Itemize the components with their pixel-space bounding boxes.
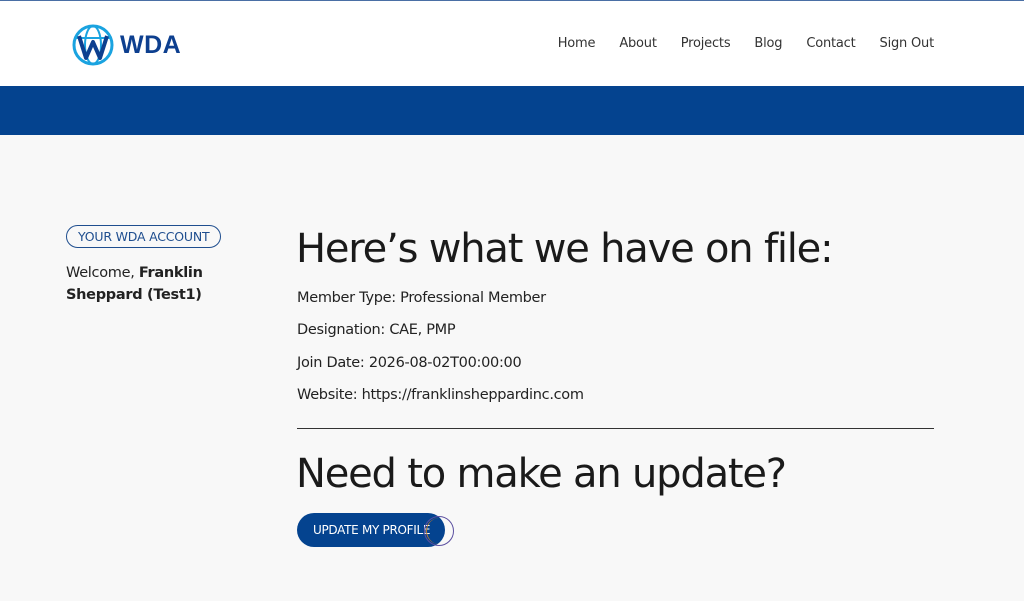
member-type: Member Type: Professional Member [297, 290, 546, 306]
update-profile-button[interactable]: UPDATE MY PROFILE [297, 513, 445, 547]
website: Website: https://franklinsheppardinc.com [297, 387, 584, 403]
nav-blog[interactable]: Blog [754, 36, 782, 51]
nav-home[interactable]: Home [558, 36, 596, 51]
globe-logo-icon [72, 24, 114, 66]
designation: Designation: CAE, PMP [297, 322, 456, 338]
join-date: Join Date: 2026-08-02T00:00:00 [297, 355, 522, 371]
welcome-message: Welcome, Franklin Sheppard (Test1) [66, 262, 281, 306]
section-divider [297, 428, 934, 429]
main-nav: Home About Projects Blog Contact Sign Ou… [558, 36, 934, 51]
welcome-prefix: Welcome, [66, 265, 139, 281]
nav-sign-out[interactable]: Sign Out [880, 36, 935, 51]
logo[interactable]: WDA [70, 22, 181, 68]
account-badge: YOUR WDA ACCOUNT [66, 225, 222, 248]
hero-band [0, 86, 1024, 135]
update-heading: Need to make an update? [296, 451, 787, 497]
logo-text: WDA [120, 30, 182, 59]
nav-contact[interactable]: Contact [806, 36, 855, 51]
nav-projects[interactable]: Projects [681, 36, 731, 51]
nav-about[interactable]: About [619, 36, 657, 51]
site-header: WDA Home About Projects Blog Contact Sig… [0, 1, 1024, 86]
on-file-heading: Here’s what we have on file: [296, 226, 834, 272]
